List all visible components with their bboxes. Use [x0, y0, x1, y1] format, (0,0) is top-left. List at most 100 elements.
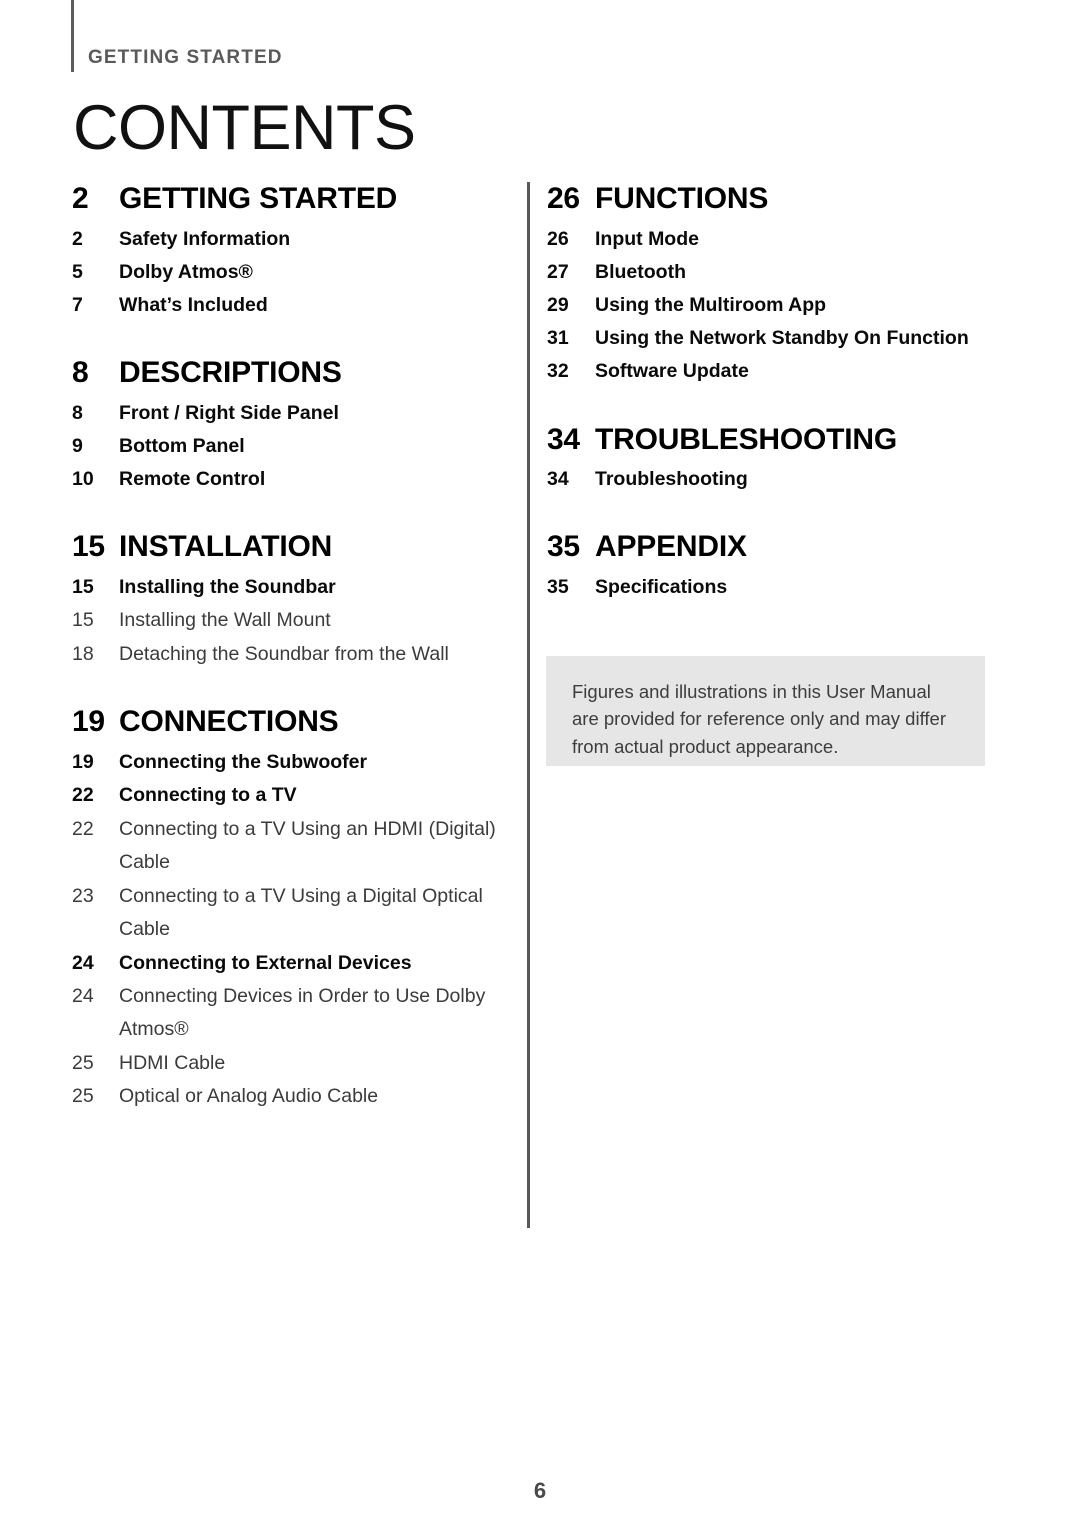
toc-entry-row[interactable]: 24 Connecting Devices in Order to Use Dol… — [72, 980, 512, 1047]
toc-page-number: 8 — [72, 402, 83, 425]
toc-page-number: 22 — [72, 817, 94, 840]
toc-entry-label: Front / Right Side Panel — [119, 402, 339, 425]
column-divider — [527, 182, 530, 1228]
toc-page-number: 8 — [72, 356, 89, 390]
toc-entry-label: Safety Information — [119, 227, 291, 250]
toc-page-number: 7 — [72, 294, 83, 317]
toc-entry-label: Software Update — [595, 360, 749, 383]
toc-page-number: 35 — [547, 576, 569, 599]
toc-page-number: 15 — [72, 576, 94, 599]
toc-entry-row[interactable]: 5 Dolby Atmos® — [72, 256, 512, 289]
toc-page-number: 32 — [547, 360, 569, 383]
toc-entry-row[interactable]: 27 Bluetooth — [547, 256, 997, 289]
section-eyebrow: GETTING STARTED — [88, 47, 283, 68]
toc-entry-row[interactable]: 15 Installing the Wall Mount — [72, 604, 512, 638]
toc-page-number: 10 — [72, 468, 94, 491]
toc-page-number: 2 — [72, 227, 83, 250]
toc-entry-label: Bluetooth — [595, 260, 686, 283]
toc-section-row[interactable]: 26 FUNCTIONS — [547, 182, 997, 217]
toc-entry-row[interactable]: 18 Detaching the Soundbar from the Wall — [72, 638, 512, 672]
toc-entry-label: Specifications — [595, 576, 728, 599]
toc-entry-label: Connecting to a TV Using an HDMI (Digita… — [119, 817, 496, 874]
toc-entry-label: Input Mode — [595, 227, 699, 250]
toc-page-number: 26 — [547, 182, 580, 215]
toc-entry-label: Connecting to a TV — [119, 784, 297, 807]
toc-entry-row[interactable]: 29 Using the Multiroom App — [547, 289, 997, 322]
toc-page-number: 26 — [547, 227, 569, 250]
toc-page-number: 31 — [547, 327, 569, 350]
toc-entry-row[interactable]: 34 Troubleshooting — [547, 463, 997, 496]
toc-page-number: 24 — [72, 951, 94, 974]
toc-entry-label: What’s Included — [119, 294, 268, 317]
toc-entry-label: Connecting the Subwoofer — [119, 751, 368, 774]
toc-entry-row[interactable]: 22 Connecting to a TV — [72, 779, 512, 812]
toc-entry-label: Detaching the Soundbar from the Wall — [119, 642, 449, 665]
toc-entry-label: Troubleshooting — [595, 468, 748, 491]
reference-note-box: Figures and illustrations in this User M… — [546, 656, 985, 766]
toc-entry-row[interactable]: 10 Remote Control — [72, 463, 512, 496]
toc-page-number: 15 — [72, 609, 94, 632]
toc-entry-label: Installing the Soundbar — [119, 576, 336, 599]
toc-entry-label: TROUBLESHOOTING — [595, 422, 897, 456]
toc-entry-row[interactable]: 25 Optical or Analog Audio Cable — [72, 1080, 512, 1114]
header-accent-bar — [71, 0, 74, 72]
toc-page-number: 34 — [547, 422, 580, 456]
toc-page-number: 25 — [72, 1085, 94, 1108]
toc-section-row[interactable]: 2 GETTING STARTED — [72, 182, 512, 217]
toc-entry-row[interactable]: 24 Connecting to External Devices — [72, 947, 512, 980]
toc-entry-label: APPENDIX — [595, 530, 747, 564]
toc-column-left: 2 GETTING STARTED 2 Safety Information 5 Dolb… — [72, 182, 512, 1114]
toc-entry-row[interactable]: 25 HDMI Cable — [72, 1047, 512, 1081]
toc-section-row[interactable]: 8 DESCRIPTIONS — [72, 356, 512, 391]
toc-page-number: 25 — [72, 1051, 94, 1074]
toc-entry-label: Using the Multiroom App — [595, 294, 827, 317]
toc-page-number: 27 — [547, 260, 569, 283]
toc-page-number: 9 — [72, 435, 83, 458]
toc-entry-label: HDMI Cable — [119, 1051, 226, 1074]
toc-section-row[interactable]: 19 CONNECTIONS — [72, 705, 512, 740]
toc-entry-label: INSTALLATION — [119, 530, 333, 564]
toc-page-number: 15 — [72, 530, 105, 564]
toc-entry-row[interactable]: 22 Connecting to a TV Using an HDMI (Digi… — [72, 813, 512, 880]
toc-entry-label: FUNCTIONS — [595, 182, 769, 215]
toc-entry-row[interactable]: 26 Input Mode — [547, 223, 997, 256]
toc-page-number: 2 — [72, 182, 89, 215]
toc-page-number: 34 — [547, 468, 569, 491]
toc-entry-row[interactable]: 9 Bottom Panel — [72, 430, 512, 463]
toc-page-number: 29 — [547, 294, 569, 317]
toc-page-number: 22 — [72, 784, 94, 807]
toc-entry-label: Connecting Devices in Order to Use Dolby… — [119, 984, 486, 1041]
toc-entry-label: Remote Control — [119, 468, 266, 491]
toc-page-number: 23 — [72, 884, 94, 907]
toc-page-number: 35 — [547, 530, 580, 564]
toc-column-right: 26 FUNCTIONS 26 Input Mode 27 Bluetooth 29 Usin… — [547, 182, 997, 604]
toc-entry-row[interactable]: 8 Front / Right Side Panel — [72, 397, 512, 430]
toc-entry-row[interactable]: 15 Installing the Soundbar — [72, 571, 512, 604]
toc-page-number: 24 — [72, 984, 94, 1007]
toc-entry-label: Installing the Wall Mount — [119, 609, 331, 632]
toc-page-number: 18 — [72, 642, 94, 665]
toc-section-row[interactable]: 34 TROUBLESHOOTING — [547, 423, 997, 458]
toc-section-row[interactable]: 35 APPENDIX — [547, 530, 997, 565]
toc-entry-label: DESCRIPTIONS — [119, 356, 342, 390]
toc-page-number: 19 — [72, 705, 105, 739]
toc-entry-row[interactable]: 35 Specifications — [547, 571, 997, 604]
toc-entry-row[interactable]: 31 Using the Network Standby On Function — [547, 322, 997, 355]
toc-entry-row[interactable]: 7 What’s Included — [72, 289, 512, 322]
page-title: CONTENTS — [73, 93, 416, 163]
toc-entry-row[interactable]: 2 Safety Information — [72, 223, 512, 256]
toc-entry-label: Bottom Panel — [119, 435, 245, 458]
toc-page-number: 19 — [72, 751, 94, 774]
toc-entry-label: Dolby Atmos® — [119, 260, 253, 283]
page-number: 6 — [533, 1478, 547, 1503]
toc-entry-label: Connecting to a TV Using a Digital Optic… — [119, 884, 483, 941]
reference-note-text: Figures and illustrations in this User M… — [572, 681, 946, 757]
toc-entry-row[interactable]: 19 Connecting the Subwoofer — [72, 746, 512, 779]
toc-entry-label: GETTING STARTED — [119, 182, 398, 215]
toc-section-row[interactable]: 15 INSTALLATION — [72, 530, 512, 565]
toc-entry-label: Optical or Analog Audio Cable — [119, 1085, 379, 1108]
toc-entry-label: Connecting to External Devices — [119, 951, 412, 974]
toc-entry-row[interactable]: 32 Software Update — [547, 355, 997, 388]
toc-entry-label: Using the Network Standby On Function — [595, 327, 969, 350]
toc-entry-row[interactable]: 23 Connecting to a TV Using a Digital Opt… — [72, 880, 512, 947]
